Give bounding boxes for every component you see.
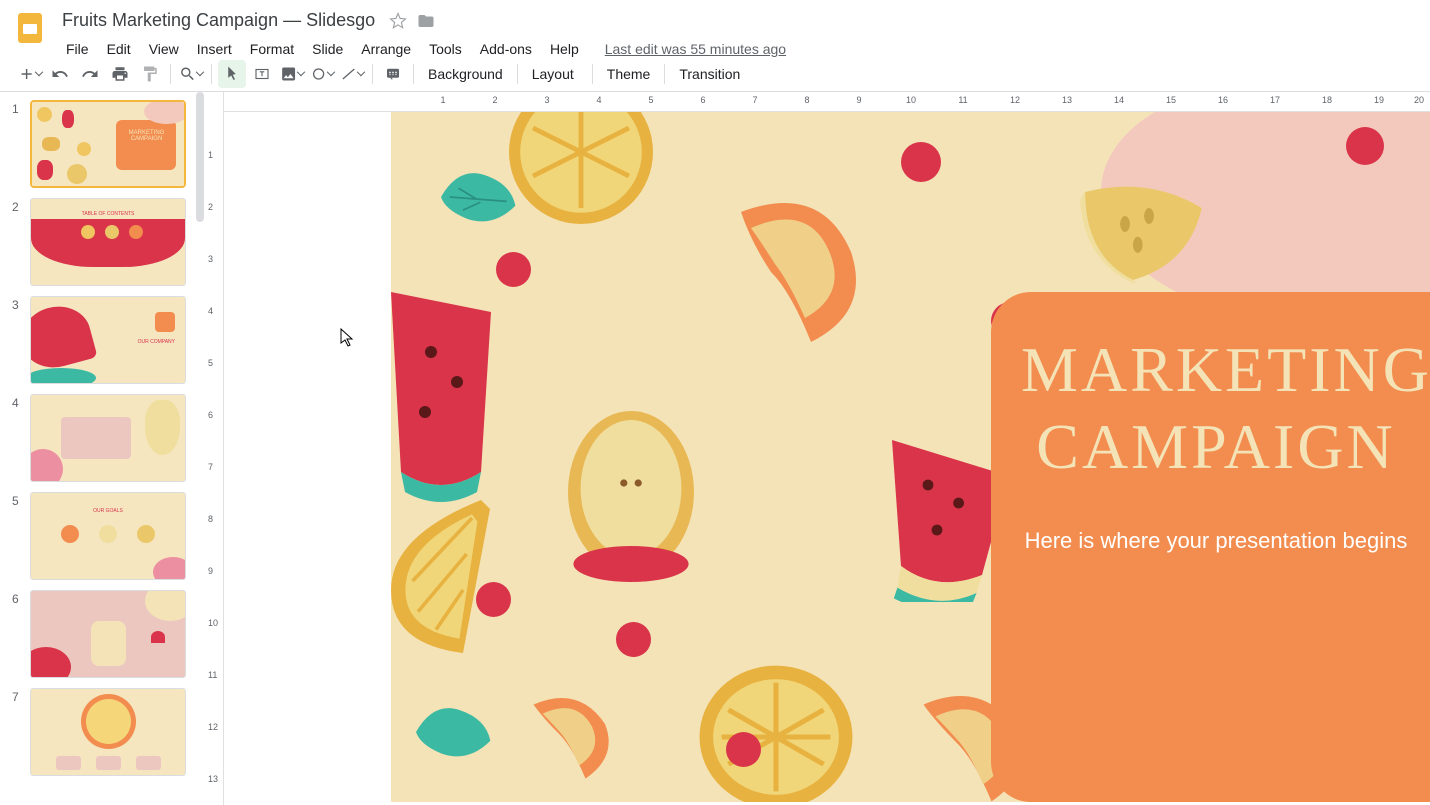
slide-number: 7: [12, 688, 30, 776]
slide-thumb-6[interactable]: 6: [12, 590, 200, 678]
zoom-button[interactable]: [177, 60, 205, 88]
cherry-icon: [1346, 127, 1384, 165]
menu-insert[interactable]: Insert: [189, 37, 240, 61]
menu-edit[interactable]: Edit: [99, 37, 139, 61]
orange-slice-icon: [391, 482, 501, 662]
menu-arrange[interactable]: Arrange: [353, 37, 419, 61]
slide-number: 2: [12, 198, 30, 286]
image-button[interactable]: [278, 60, 306, 88]
menu-slide[interactable]: Slide: [304, 37, 351, 61]
slides-logo-icon[interactable]: [12, 10, 48, 46]
slide-subtitle: Here is where your presentation begins: [1021, 526, 1411, 557]
lemon-half-icon: [501, 112, 661, 232]
undo-button[interactable]: [46, 60, 74, 88]
slide-canvas[interactable]: MARKETING CAMPAIGN Here is where your pr…: [391, 112, 1430, 802]
canvas-viewport[interactable]: MARKETING CAMPAIGN Here is where your pr…: [224, 112, 1430, 805]
watermelon-slice-icon: [391, 282, 501, 502]
melon-slice-icon: [1061, 167, 1221, 297]
cherry-icon: [616, 622, 651, 657]
vertical-ruler: 1 2 3 4 5 6 7 8 9 10 11 12 13: [204, 92, 224, 805]
document-title[interactable]: Fruits Marketing Campaign — Slidesgo: [58, 8, 379, 33]
slide-thumb-7[interactable]: 7: [12, 688, 200, 776]
slide-number: 3: [12, 296, 30, 384]
slide-title-line2: CAMPAIGN: [1021, 409, 1411, 486]
menu-file[interactable]: File: [58, 37, 97, 61]
menu-addons[interactable]: Add-ons: [472, 37, 540, 61]
toolbar: Background Layout Theme Transition: [0, 56, 1430, 92]
move-folder-icon[interactable]: [417, 12, 435, 30]
textbox-button[interactable]: [248, 60, 276, 88]
workspace: 1 MARKETINGCAMPAIGN 2 TABLE OF CONTENTS: [0, 92, 1430, 805]
slide-title-line1: MARKETING: [1021, 332, 1411, 409]
select-tool-button[interactable]: [218, 60, 246, 88]
print-button[interactable]: [106, 60, 134, 88]
layout-button[interactable]: Layout: [524, 62, 586, 86]
layout-label: Layout: [532, 66, 574, 82]
cherry-icon: [726, 732, 761, 767]
slide-number: 1: [12, 100, 30, 188]
cherry-icon: [476, 582, 511, 617]
peach-slice-icon: [671, 172, 891, 372]
title-card[interactable]: MARKETING CAMPAIGN Here is where your pr…: [991, 292, 1430, 802]
background-button[interactable]: Background: [420, 62, 511, 86]
slide-number: 5: [12, 492, 30, 580]
menu-format[interactable]: Format: [242, 37, 302, 61]
slide-thumb-1[interactable]: 1 MARKETINGCAMPAIGN: [12, 100, 200, 188]
canvas-area: 1 2 3 4 5 6 7 8 9 10 11 12 13 14 15 16 1…: [224, 92, 1430, 805]
paint-format-button[interactable]: [136, 60, 164, 88]
line-button[interactable]: [338, 60, 366, 88]
slide-number: 4: [12, 394, 30, 482]
peach-slice-icon: [501, 672, 631, 802]
slide-thumb-5[interactable]: 5 OUR GOALS: [12, 492, 200, 580]
slide-thumb-4[interactable]: 4: [12, 394, 200, 482]
leaf-icon: [431, 162, 521, 232]
menu-tools[interactable]: Tools: [421, 37, 470, 61]
app-header: Fruits Marketing Campaign — Slidesgo Fil…: [0, 0, 1430, 56]
lemon-half-icon: [691, 652, 861, 802]
menubar: File Edit View Insert Format Slide Arran…: [58, 37, 1414, 61]
menu-help[interactable]: Help: [542, 37, 587, 61]
cherry-icon: [901, 142, 941, 182]
comment-button[interactable]: [379, 60, 407, 88]
last-edit-link[interactable]: Last edit was 55 minutes ago: [605, 41, 786, 57]
theme-button[interactable]: Theme: [599, 62, 659, 86]
slide-thumb-3[interactable]: 3 OUR COMPANY: [12, 296, 200, 384]
star-icon[interactable]: [389, 12, 407, 30]
horizontal-ruler: 1 2 3 4 5 6 7 8 9 10 11 12 13 14 15 16 1…: [224, 92, 1430, 112]
filmstrip-scrollbar[interactable]: [196, 92, 204, 222]
menu-view[interactable]: View: [141, 37, 187, 61]
slide-number: 6: [12, 590, 30, 678]
apple-half-icon: [556, 402, 706, 582]
cherry-icon: [496, 252, 531, 287]
shape-button[interactable]: [308, 60, 336, 88]
transition-button[interactable]: Transition: [671, 62, 748, 86]
leaf-icon: [406, 697, 496, 767]
redo-button[interactable]: [76, 60, 104, 88]
filmstrip[interactable]: 1 MARKETINGCAMPAIGN 2 TABLE OF CONTENTS: [0, 92, 204, 805]
cursor-icon: [340, 328, 356, 348]
new-slide-button[interactable]: [16, 60, 44, 88]
slide-thumb-2[interactable]: 2 TABLE OF CONTENTS: [12, 198, 200, 286]
